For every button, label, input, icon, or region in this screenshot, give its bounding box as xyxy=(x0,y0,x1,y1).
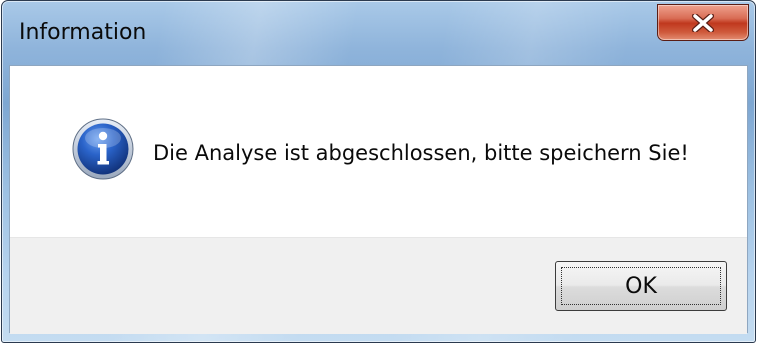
close-button[interactable] xyxy=(657,4,749,41)
close-icon xyxy=(692,13,714,32)
dialog-client-area: Die Analyse ist abgeschlossen, bitte spe… xyxy=(9,65,748,334)
dialog-title: Information xyxy=(19,20,147,45)
info-icon xyxy=(72,118,134,180)
ok-button[interactable]: OK xyxy=(555,261,727,311)
message-text: Die Analyse ist abgeschlossen, bitte spe… xyxy=(153,141,689,165)
title-bar[interactable]: Information xyxy=(2,1,755,65)
ok-button-label: OK xyxy=(625,273,657,299)
message-area: Die Analyse ist abgeschlossen, bitte spe… xyxy=(10,66,747,237)
button-area: OK xyxy=(10,237,747,334)
dialog-window: Information Die Analyse ist abgeschlosse… xyxy=(1,0,756,343)
